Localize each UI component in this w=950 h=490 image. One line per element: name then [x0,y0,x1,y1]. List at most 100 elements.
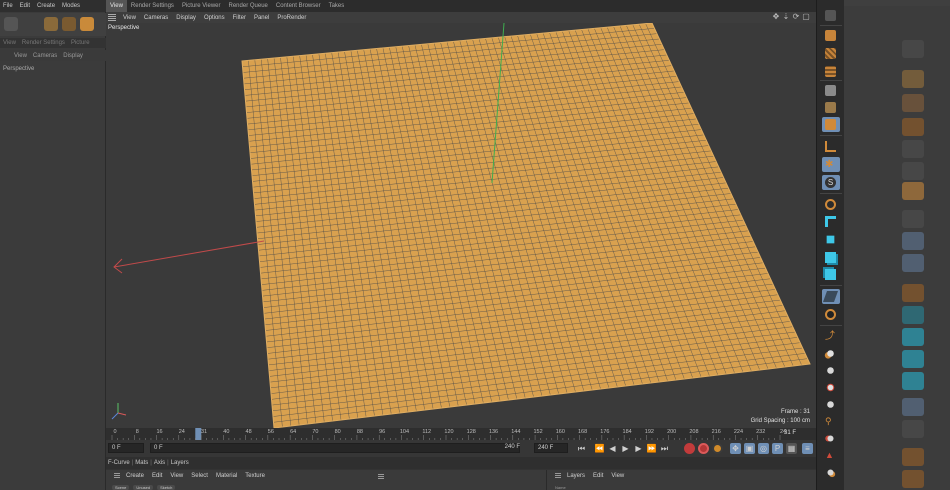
preview-max-field[interactable]: 240 F [480,443,524,453]
bg-menu-edit[interactable]: Edit [20,3,30,9]
menu-cameras[interactable]: Cameras [140,15,172,21]
bg-tab-picture[interactable]: Picture [71,40,90,46]
tab-view[interactable]: View [106,0,127,12]
palette-item-6[interactable] [822,100,840,115]
palette-item-21[interactable] [822,380,840,395]
material-grip-icon[interactable] [114,473,120,479]
palette-item-20[interactable] [822,363,840,378]
palette-item-14[interactable] [822,250,840,265]
material-menubar: Create Edit View Select Material Texture [114,473,269,479]
perspective-viewport[interactable]: Perspective Frame : 31 Grid Spacing : 10… [106,23,816,428]
palette-item-1[interactable] [822,8,840,23]
tab-render-queue[interactable]: Render Queue [225,0,272,12]
palette-item-2[interactable] [822,28,840,43]
panel-grip-icon[interactable] [378,474,384,480]
bg-sub-view[interactable]: View [14,53,27,59]
palette-item-10[interactable]: S [822,175,840,190]
menu-options[interactable]: Options [200,15,229,21]
scale-tool-icon[interactable] [62,17,76,31]
palette-item-7[interactable] [822,117,840,132]
start-frame-field[interactable]: 0 F [108,443,144,453]
move-tool-icon[interactable] [44,17,58,31]
bg-sub-display[interactable]: Display [63,53,83,59]
menu-panel[interactable]: Panel [250,15,273,21]
tab-content-browser[interactable]: Content Browser [272,0,325,12]
next-key-icon[interactable]: ⏩ [646,443,657,454]
menu-prorender[interactable]: ProRender [273,15,310,21]
position-key-icon[interactable]: ✥ [730,443,741,454]
dolly-icon[interactable]: ⇣ [782,13,790,21]
palette-item-18[interactable]: ⤴ [822,329,840,344]
bg-menu-modes[interactable]: Modes [62,3,80,9]
bg-tab-render-settings[interactable]: Render Settings [22,40,65,46]
palette-item-5[interactable] [822,83,840,98]
go-to-start-icon[interactable]: ⏮ [576,443,587,454]
palette-item-12[interactable] [822,214,840,229]
tab-render-settings[interactable]: Render Settings [127,0,178,12]
layers-menu-layers[interactable]: Layers [563,473,589,479]
filter-scene[interactable]: Scene [112,485,130,490]
mat-menu-view[interactable]: View [166,473,187,479]
pan-icon[interactable]: ✥ [772,13,780,21]
palette-item-4[interactable] [822,64,840,79]
scale-key-icon[interactable]: ▣ [744,443,755,454]
tab-f-curve[interactable]: F-Curve [108,460,130,466]
bg-sub-cameras[interactable]: Cameras [33,53,57,59]
palette-item-8[interactable] [822,139,840,154]
menu-filter[interactable]: Filter [229,15,250,21]
layers-grip-icon[interactable] [555,473,561,479]
palette-item-9[interactable]: ✱ [822,157,840,172]
play-icon[interactable]: ▶ [620,443,631,454]
record-active-objects-icon[interactable] [684,443,695,454]
undo-icon[interactable] [4,17,18,31]
end-frame-field[interactable]: 240 F [534,443,568,453]
parameter-key-icon[interactable]: P [772,443,783,454]
tab-takes[interactable]: Takes [325,0,349,12]
pla-key-icon[interactable]: ▦ [786,443,797,454]
menu-display[interactable]: Display [172,15,200,21]
palette-item-26[interactable] [822,465,840,480]
preview-min-field[interactable]: 0 F [150,443,520,453]
filter-unused[interactable]: Unused [133,485,154,490]
timeline-ruler[interactable]: 0 8 16 24 31 40 48 56 64 70 80 88 96 104 112 120 128 136 1… [106,428,816,440]
menu-view[interactable]: View [119,15,140,21]
rotation-key-icon[interactable]: ◎ [758,443,769,454]
keyframe-selection-icon[interactable] [712,443,723,454]
timeline-menu-icon[interactable]: ≡ [802,443,813,454]
tab-picture-viewer[interactable]: Picture Viewer [178,0,225,12]
layers-menu-edit[interactable]: Edit [589,473,607,479]
maximize-icon[interactable]: ▢ [802,13,810,21]
mat-menu-texture[interactable]: Texture [241,473,269,479]
tab-layers[interactable]: Layers [171,460,189,466]
next-frame-icon[interactable]: ▶ [633,443,644,454]
orbit-icon[interactable]: ⟳ [792,13,800,21]
mat-menu-create[interactable]: Create [122,473,148,479]
bg-menu-file[interactable]: File [3,3,13,9]
menu-grip-icon[interactable] [108,14,116,21]
mat-menu-material[interactable]: Material [212,473,241,479]
palette-item-23[interactable]: ⚲ [822,414,840,429]
filter-sketch[interactable]: Sketch [157,485,176,490]
palette-item-25[interactable]: ▲ [822,448,840,463]
layers-menu-view[interactable]: View [607,473,628,479]
previous-key-icon[interactable]: ⏪ [594,443,605,454]
previous-frame-icon[interactable]: ◀ [607,443,618,454]
palette-item-24[interactable] [822,431,840,446]
go-to-end-icon[interactable]: ⏭ [659,443,670,454]
palette-item-19[interactable] [822,346,840,361]
mat-menu-edit[interactable]: Edit [148,473,166,479]
palette-item-3[interactable] [822,46,840,61]
palette-item-22[interactable] [822,397,840,412]
palette-item-11[interactable] [822,197,840,212]
palette-item-17[interactable] [822,307,840,322]
palette-item-16[interactable] [822,289,840,304]
autokey-icon[interactable] [698,443,709,454]
bg-menu-create[interactable]: Create [37,3,55,9]
palette-item-15[interactable] [822,267,840,282]
bg-tab-view[interactable]: View [3,40,16,46]
rotate-tool-icon[interactable] [80,17,94,31]
mat-menu-select[interactable]: Select [187,473,212,479]
palette-item-13[interactable] [822,232,840,247]
tab-mats[interactable]: Mats [135,460,148,466]
tab-axis[interactable]: Axis [154,460,165,466]
